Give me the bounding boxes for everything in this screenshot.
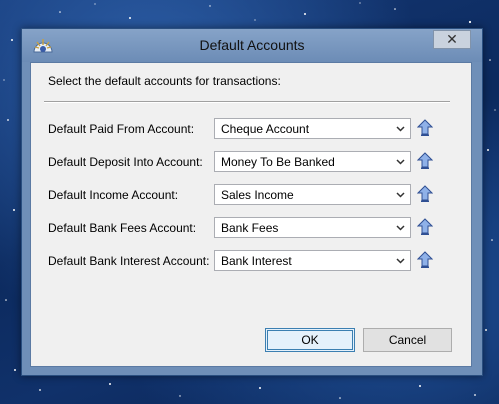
bank-interest-select[interactable]: Bank Interest bbox=[214, 250, 411, 271]
field-row-deposit-into: Default Deposit Into Account: Money To B… bbox=[31, 151, 473, 173]
chevron-down-icon[interactable] bbox=[394, 221, 407, 234]
paid-from-value: Cheque Account bbox=[221, 122, 310, 136]
close-icon: ✕ bbox=[446, 31, 458, 47]
separator bbox=[44, 101, 450, 103]
instructions-text: Select the default accounts for transact… bbox=[48, 74, 281, 88]
cancel-button-label: Cancel bbox=[388, 333, 427, 347]
field-row-bank-fees: Default Bank Fees Account: Bank Fees bbox=[31, 217, 473, 239]
window-title: Default Accounts bbox=[199, 37, 305, 53]
up-arrow-icon[interactable] bbox=[417, 218, 433, 236]
up-arrow-icon[interactable] bbox=[417, 185, 433, 203]
bank-fees-select[interactable]: Bank Fees bbox=[214, 217, 411, 238]
ok-button[interactable]: OK bbox=[265, 328, 355, 352]
title-bar[interactable]: Default Accounts ✕ bbox=[22, 29, 482, 62]
chevron-down-icon[interactable] bbox=[394, 188, 407, 201]
bank-interest-label: Default Bank Interest Account: bbox=[48, 254, 210, 268]
field-row-income: Default Income Account: Sales Income bbox=[31, 184, 473, 206]
deposit-into-value: Money To Be Banked bbox=[221, 155, 335, 169]
bank-interest-value: Bank Interest bbox=[221, 254, 292, 268]
chevron-down-icon[interactable] bbox=[394, 155, 407, 168]
cancel-button[interactable]: Cancel bbox=[363, 328, 452, 352]
field-row-bank-interest: Default Bank Interest Account: Bank Inte… bbox=[31, 250, 473, 272]
income-select[interactable]: Sales Income bbox=[214, 184, 411, 205]
chevron-down-icon[interactable] bbox=[394, 254, 407, 267]
income-label: Default Income Account: bbox=[48, 188, 179, 202]
close-button[interactable]: ✕ bbox=[433, 30, 471, 49]
up-arrow-icon[interactable] bbox=[417, 152, 433, 170]
income-value: Sales Income bbox=[221, 188, 294, 202]
paid-from-label: Default Paid From Account: bbox=[48, 122, 195, 136]
chevron-down-icon[interactable] bbox=[394, 122, 407, 135]
field-row-paid-from: Default Paid From Account: Cheque Accoun… bbox=[31, 118, 473, 140]
bank-fees-label: Default Bank Fees Account: bbox=[48, 221, 197, 235]
dialog-client-area: Select the default accounts for transact… bbox=[30, 62, 472, 367]
up-arrow-icon[interactable] bbox=[417, 251, 433, 269]
bank-fees-value: Bank Fees bbox=[221, 221, 279, 235]
ok-button-label: OK bbox=[301, 333, 319, 347]
paid-from-select[interactable]: Cheque Account bbox=[214, 118, 411, 139]
default-accounts-dialog: Default Accounts ✕ Select the default ac… bbox=[21, 28, 483, 376]
deposit-into-label: Default Deposit Into Account: bbox=[48, 155, 203, 169]
deposit-into-select[interactable]: Money To Be Banked bbox=[214, 151, 411, 172]
up-arrow-icon[interactable] bbox=[417, 119, 433, 137]
